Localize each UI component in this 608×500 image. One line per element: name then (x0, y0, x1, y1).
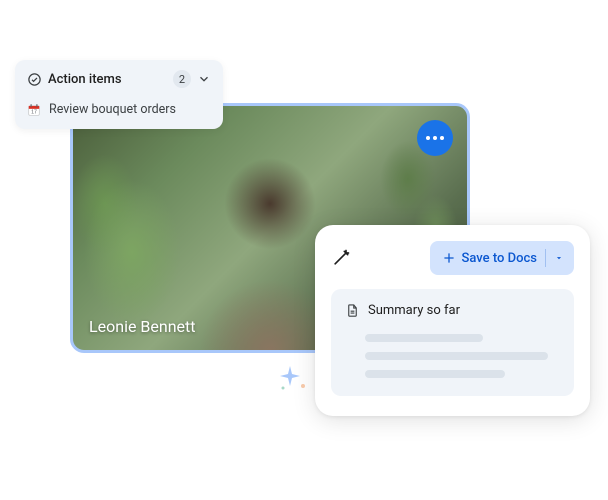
save-to-docs-button[interactable]: Save to Docs (430, 241, 574, 275)
action-items-count-badge: 2 (173, 70, 191, 88)
check-circle-icon (27, 72, 42, 87)
button-divider (545, 249, 546, 267)
placeholder-line (365, 352, 548, 360)
summary-header: Save to Docs (331, 241, 574, 275)
participant-name: Leonie Bennett (89, 317, 195, 336)
dropdown-caret-icon[interactable] (554, 253, 564, 263)
magic-wand-icon (331, 248, 351, 268)
action-items-title: Action items (48, 72, 167, 87)
more-options-button[interactable] (417, 120, 453, 156)
action-item-text: Review bouquet orders (49, 102, 176, 117)
placeholder-line (365, 370, 505, 378)
save-to-docs-label: Save to Docs (462, 251, 537, 266)
sparkle-icon (275, 358, 315, 398)
chevron-down-icon[interactable] (197, 72, 211, 86)
action-items-header[interactable]: Action items 2 (27, 70, 211, 96)
summary-title: Summary so far (368, 303, 460, 318)
action-item[interactable]: 17 Review bouquet orders (27, 96, 211, 117)
summary-body: Summary so far (331, 289, 574, 396)
svg-text:17: 17 (31, 109, 37, 115)
plus-icon (442, 251, 456, 265)
summary-title-row: Summary so far (345, 303, 560, 318)
placeholder-line (365, 334, 483, 342)
document-icon (345, 303, 360, 318)
calendar-icon: 17 (27, 103, 41, 117)
summary-card: Save to Docs Summary so far (315, 225, 590, 416)
action-items-panel: Action items 2 17 Review bouquet orders (15, 60, 223, 129)
